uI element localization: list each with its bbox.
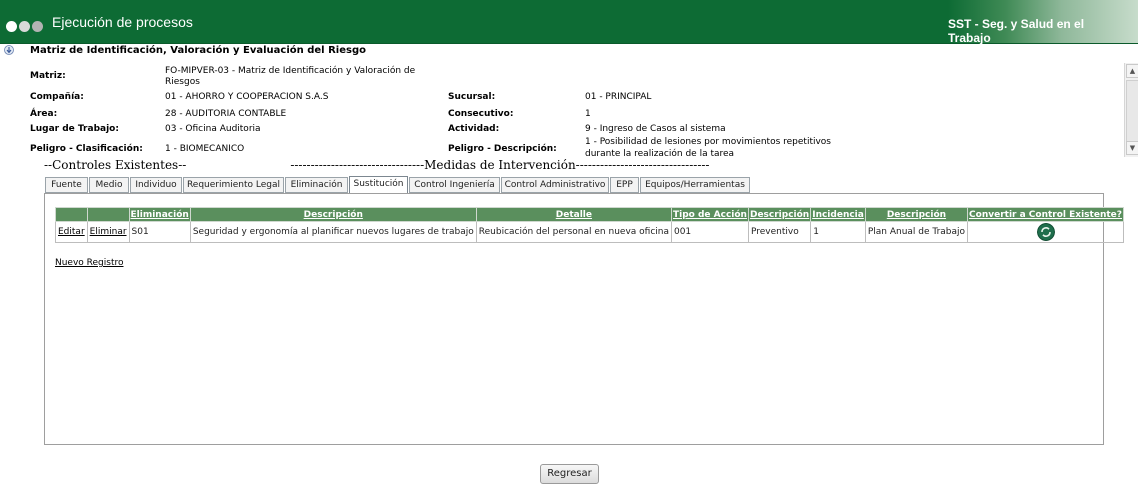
tab-control-administrativo[interactable]: Control Administrativo — [501, 177, 609, 193]
col-edit-header — [55, 207, 88, 222]
peligro-descripcion-label: Peligro - Descripción: — [448, 144, 557, 154]
section-headers: --Controles Existentes-- ----------------… — [44, 158, 710, 172]
page-title: Matriz de Identificación, Valoración y E… — [30, 45, 366, 56]
tab-eliminacion[interactable]: Eliminación — [285, 177, 348, 193]
back-button[interactable]: Regresar — [540, 464, 599, 484]
new-record-link[interactable]: Nuevo Registro — [55, 258, 124, 268]
tab-sustitucion[interactable]: Sustitución — [349, 176, 408, 194]
matriz-value-line1: FO-MIPVER-03 - Matriz de Identificación … — [165, 66, 416, 76]
eliminacion-cell: S01 — [128, 221, 191, 243]
dot-icon — [32, 21, 43, 32]
dot-icon — [6, 21, 17, 32]
scroll-thumb[interactable] — [1126, 80, 1138, 142]
tab-fuente[interactable]: Fuente — [45, 177, 88, 193]
col-descripcion-tipo-header[interactable]: Descripción — [747, 207, 812, 222]
detalle-cell: Reubicación del personal en nueva oficin… — [475, 221, 672, 243]
form-scrollbar[interactable]: ▲ ▼ — [1124, 63, 1138, 157]
risk-form: Matriz: FO-MIPVER-03 - Matriz de Identif… — [30, 64, 1120, 164]
app-header: Ejecución de procesos SST - Seg. y Salud… — [0, 0, 1138, 45]
brand-text: SST - Seg. y Salud en el Trabajo — [948, 17, 1085, 45]
col-detalle-header[interactable]: Detalle — [475, 207, 672, 222]
peligro-clasificacion-value: 1 - BIOMECANICO — [165, 144, 245, 154]
sucursal-label: Sucursal: — [448, 92, 496, 102]
col-tipo-accion-header[interactable]: Tipo de Acción — [670, 207, 749, 222]
col-eliminacion-header[interactable]: Eliminación — [128, 207, 191, 222]
table-row: Editar Eliminar S01 Seguridad y ergonomí… — [55, 221, 1124, 243]
medidas-intervencion-heading: ---------------------------------Medidas… — [290, 158, 710, 172]
tab-control-ingenieria[interactable]: Control Ingeniería — [409, 177, 500, 193]
tab-requerimiento-legal[interactable]: Requerimiento Legal — [183, 177, 284, 193]
actividad-label: Actividad: — [448, 124, 500, 134]
descripcion-tipo-cell: Preventivo — [747, 221, 812, 243]
actividad-value: 9 - Ingreso de Casos al sistema — [585, 124, 726, 134]
brand-banner: SST - Seg. y Salud en el Trabajo — [948, 0, 1138, 45]
consecutivo-label: Consecutivo: — [448, 109, 514, 119]
area-label: Área: — [30, 109, 58, 119]
table-header-row: Eliminación Descripción Detalle Tipo de … — [55, 207, 1124, 222]
dot-icon — [19, 21, 30, 32]
peligro-descripcion-value-line1: 1 - Posibilidad de lesiones por movimien… — [585, 137, 831, 147]
delete-link[interactable]: Eliminar — [90, 227, 127, 237]
edit-link-cell: Editar — [55, 221, 88, 243]
sucursal-value: 01 - PRINCIPAL — [585, 92, 652, 102]
col-descripcion-incidencia-header[interactable]: Descripción — [864, 207, 969, 222]
tab-panel: Eliminación Descripción Detalle Tipo de … — [44, 193, 1124, 445]
compania-label: Compañía: — [30, 92, 84, 102]
tab-individuo[interactable]: Individuo — [130, 177, 182, 193]
scroll-up-icon[interactable]: ▲ — [1126, 64, 1138, 78]
col-convertir-header[interactable]: Convertir a Control Existente? — [967, 207, 1124, 222]
collapse-arrow-icon[interactable] — [4, 45, 14, 55]
delete-link-cell: Eliminar — [86, 221, 130, 243]
tab-epp[interactable]: EPP — [610, 177, 639, 193]
incidencia-cell: 1 — [810, 221, 866, 243]
tipo-accion-cell: 001 — [670, 221, 749, 243]
descripcion-incidencia-cell: Plan Anual de Trabajo — [864, 221, 969, 243]
peligro-clasificacion-label: Peligro - Clasificación: — [30, 144, 143, 154]
measures-table: Eliminación Descripción Detalle Tipo de … — [55, 207, 1124, 243]
matriz-value-line2: Riesgos — [165, 77, 200, 87]
lugar-label: Lugar de Trabajo: — [30, 124, 119, 134]
area-value: 28 - AUDITORIA CONTABLE — [165, 109, 287, 119]
tab-medio[interactable]: Medio — [89, 177, 129, 193]
edit-link[interactable]: Editar — [58, 227, 85, 237]
consecutivo-value: 1 — [585, 109, 591, 119]
convert-cell — [967, 221, 1124, 243]
col-delete-header — [86, 207, 130, 222]
tab-equipos-herramientas[interactable]: Equipos/Herramientas — [640, 177, 750, 193]
scroll-down-icon[interactable]: ▼ — [1126, 141, 1138, 155]
lugar-value: 03 - Oficina Auditoria — [165, 124, 261, 134]
controles-existentes-heading: --Controles Existentes-- — [44, 158, 187, 172]
col-descripcion-header[interactable]: Descripción — [189, 207, 477, 222]
convert-icon[interactable] — [1036, 223, 1055, 241]
compania-value: 01 - AHORRO Y COOPERACION S.A.S — [165, 92, 329, 102]
app-title: Ejecución de procesos — [52, 14, 193, 30]
col-incidencia-header[interactable]: Incidencia — [810, 207, 866, 222]
descripcion-cell: Seguridad y ergonomía al planificar nuev… — [189, 221, 477, 243]
window-dots — [6, 17, 45, 36]
matriz-label: Matriz: — [30, 71, 66, 81]
